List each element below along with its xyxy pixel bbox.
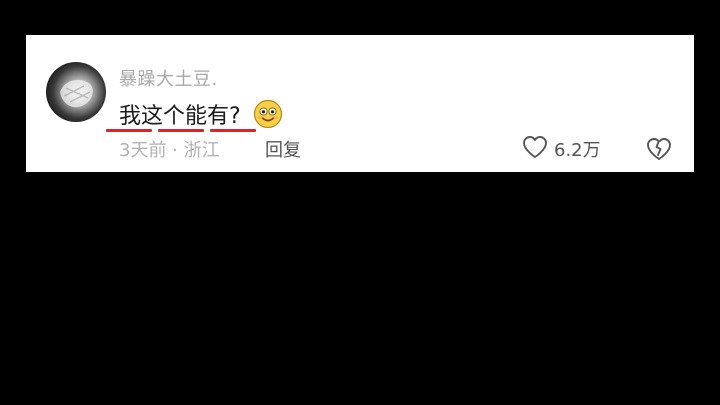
- red-underline-mark: [158, 129, 204, 132]
- comment-text: 我这个能有?: [119, 98, 283, 130]
- dislike-button[interactable]: [645, 136, 673, 162]
- avatar[interactable]: [46, 62, 106, 122]
- heart-outline-icon: [522, 135, 548, 163]
- like-button[interactable]: 6.2万: [522, 136, 601, 162]
- red-underline-mark: [210, 129, 256, 132]
- reply-button[interactable]: 回复: [265, 136, 301, 162]
- username[interactable]: 暴躁大土豆.: [119, 65, 218, 91]
- video-frame: 暴躁大土豆. 我这个能有? 3天前 · 浙江 回复 6.2万: [0, 0, 720, 405]
- comment-meta: 3天前 · 浙江: [119, 140, 220, 161]
- comment-body: 我这个能有?: [119, 104, 241, 129]
- comment-card: 暴躁大土豆. 我这个能有? 3天前 · 浙江 回复 6.2万: [26, 35, 694, 172]
- red-underline-mark: [106, 129, 152, 132]
- smiling-face-emoji-icon: [253, 99, 283, 129]
- like-count: 6.2万: [554, 140, 601, 161]
- broken-heart-icon: [645, 138, 673, 166]
